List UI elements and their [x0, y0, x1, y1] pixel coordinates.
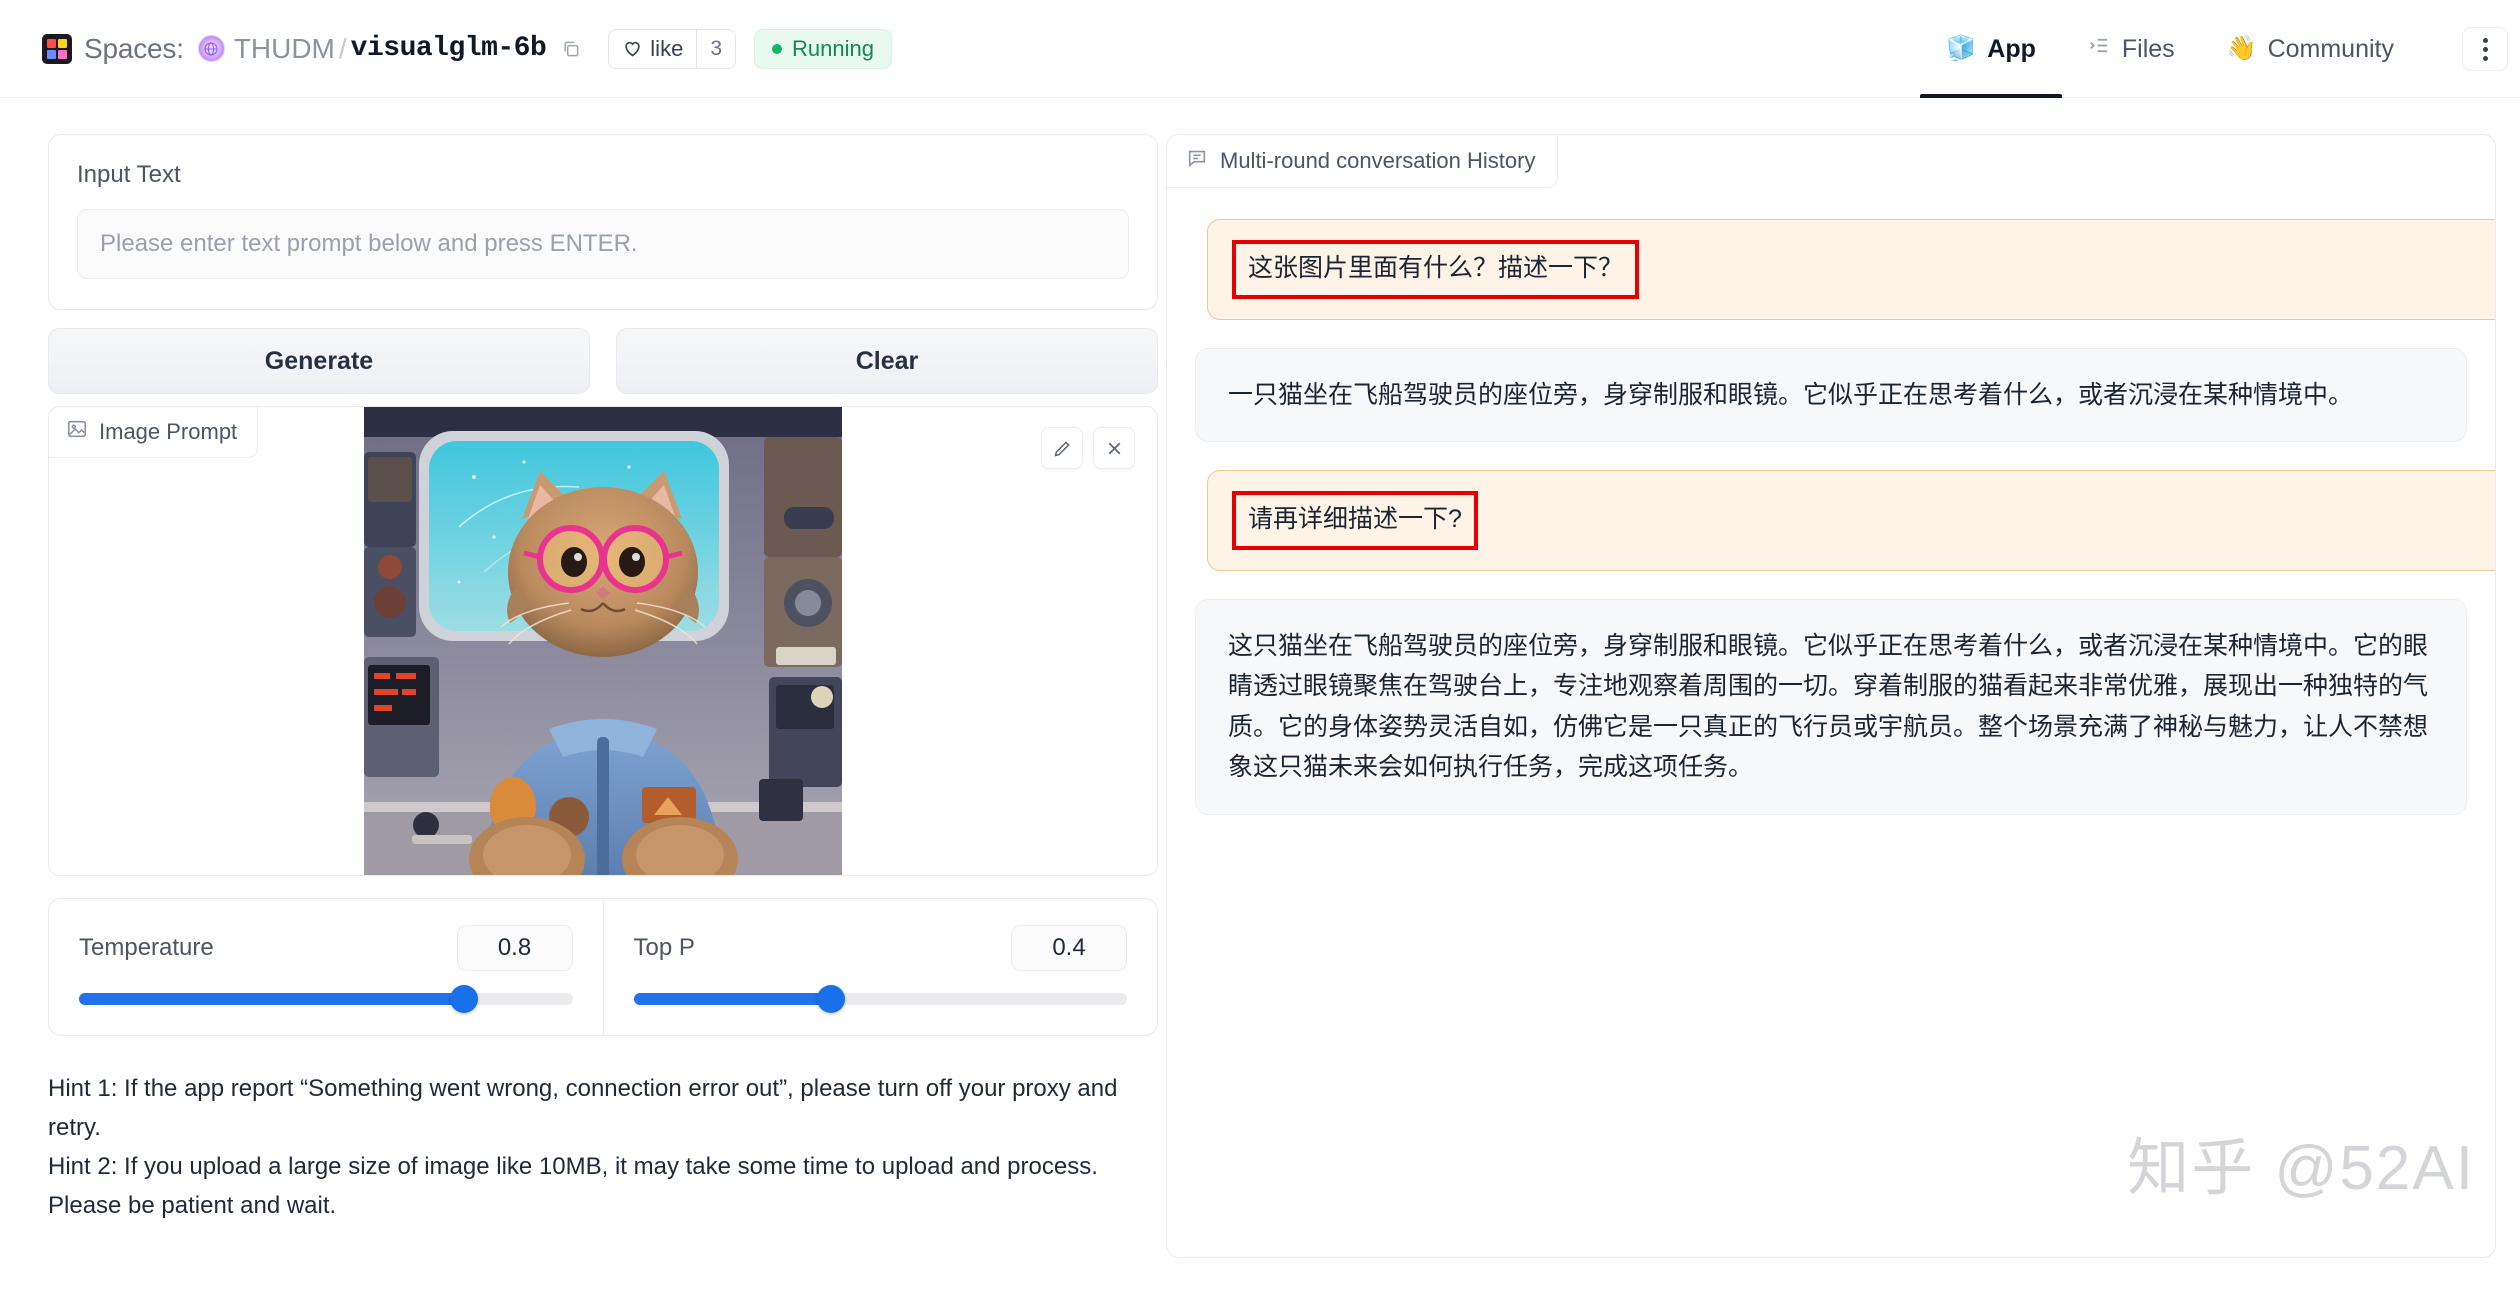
- close-icon[interactable]: [1093, 427, 1135, 469]
- image-prompt-chip: Image Prompt: [49, 407, 259, 458]
- huggingface-spaces-logo-icon: [42, 33, 72, 64]
- chat-message-text: 这张图片里面有什么？描述一下？: [1232, 240, 1640, 299]
- conversation-panel: Multi-round conversation History 这张图片里面有…: [1166, 134, 2496, 1258]
- prompt-input[interactable]: [77, 209, 1129, 279]
- tab-app-label: App: [1987, 34, 2036, 63]
- conversation-messages: 这张图片里面有什么？描述一下？ 一只猫坐在飞船驾驶员的座位旁，身穿制服和眼镜。它…: [1167, 191, 2495, 1257]
- heart-icon: [625, 41, 640, 57]
- app-header: Spaces: THUDM / visualglm-6b like 3 Runn…: [0, 0, 2520, 98]
- generate-button[interactable]: Generate: [48, 328, 590, 394]
- chat-message-user: 请再详细描述一下?: [1207, 470, 2495, 571]
- header-breadcrumb: Spaces: THUDM / visualglm-6b like 3 Runn…: [0, 28, 892, 69]
- image-icon: [66, 418, 88, 446]
- wave-icon: 👋: [2226, 35, 2257, 62]
- action-buttons: Generate Clear: [48, 328, 1158, 394]
- temperature-slider-card: Temperature 0.8: [48, 898, 603, 1036]
- topp-slider-knob[interactable]: [816, 985, 845, 1013]
- like-group[interactable]: like 3: [608, 28, 736, 69]
- conversation-title: Multi-round conversation History: [1220, 148, 1536, 173]
- files-icon: [2088, 34, 2111, 64]
- chat-message-bot: 一只猫坐在飞船驾驶员的座位旁，身穿制服和眼镜。它似乎正在思考着什么，或者沉浸在某…: [1195, 347, 2467, 442]
- topp-value[interactable]: 0.4: [1011, 925, 1127, 971]
- tab-app[interactable]: 🧊 App: [1920, 0, 2062, 98]
- topp-slider[interactable]: [633, 985, 1127, 1013]
- spaces-label: Spaces:: [84, 32, 184, 64]
- chat-message-text: 一只猫坐在飞船驾驶员的座位旁，身穿制服和眼镜。它似乎正在思考着什么，或者沉浸在某…: [1228, 380, 2354, 409]
- cube-icon: 🧊: [1946, 35, 1977, 62]
- like-count: 3: [696, 29, 735, 68]
- like-button[interactable]: like: [609, 30, 696, 68]
- temperature-value[interactable]: 0.8: [456, 925, 573, 971]
- watermark: 知乎 @52AI: [2127, 1134, 2475, 1203]
- input-text-panel: Input Text: [48, 134, 1158, 310]
- hints-block: Hint 1: If the app report “Something wen…: [48, 1070, 1133, 1226]
- chat-bubble-icon: [1186, 147, 1208, 175]
- topp-slider-card: Top P 0.4: [602, 898, 1158, 1036]
- parameter-sliders: Temperature 0.8 Top P 0.4: [48, 898, 1158, 1036]
- image-actions: [1041, 427, 1135, 469]
- clear-button[interactable]: Clear: [616, 328, 1158, 394]
- tab-files[interactable]: Files: [2062, 0, 2201, 98]
- hint-1: Hint 1: If the app report “Something wen…: [48, 1075, 1118, 1141]
- temperature-slider-knob[interactable]: [449, 985, 478, 1013]
- org-name[interactable]: THUDM: [234, 33, 335, 65]
- hint-2: Hint 2: If you upload a large size of im…: [48, 1152, 1098, 1219]
- like-label: like: [650, 35, 684, 61]
- chat-message-user: 这张图片里面有什么？描述一下？: [1207, 219, 2495, 320]
- repo-name[interactable]: visualglm-6b: [351, 33, 547, 64]
- tab-files-label: Files: [2121, 34, 2175, 63]
- page-content: Input Text Generate Clear Image Prompt: [0, 98, 2520, 1308]
- topp-header: Top P 0.4: [633, 925, 1127, 971]
- breadcrumb-separator: /: [338, 32, 347, 64]
- chat-message-text: 这只猫坐在飞船驾驶员的座位旁，身穿制服和眼镜。它似乎正在思考着什么，或者沉浸在某…: [1228, 631, 2429, 782]
- image-prompt-panel[interactable]: Image Prompt: [48, 406, 1158, 876]
- topp-label: Top P: [633, 934, 695, 961]
- header-nav: 🧊 App Files 👋 Community: [1920, 0, 2420, 98]
- input-text-label: Input Text: [77, 161, 181, 188]
- conversation-header: Multi-round conversation History: [1167, 135, 1559, 188]
- status-dot-icon: [772, 43, 782, 54]
- copy-icon[interactable]: [560, 38, 582, 60]
- pencil-icon[interactable]: [1041, 427, 1083, 469]
- left-column: Input Text Generate Clear Image Prompt: [48, 134, 1158, 1226]
- status-label: Running: [792, 35, 874, 61]
- uploaded-image-preview: [364, 407, 842, 875]
- org-avatar: [197, 35, 225, 62]
- chat-message-bot: 这只猫坐在飞船驾驶员的座位旁，身穿制服和眼镜。它似乎正在思考着什么，或者沉浸在某…: [1195, 598, 2467, 815]
- kebab-menu-icon[interactable]: [2462, 27, 2508, 71]
- temperature-slider[interactable]: [79, 985, 573, 1013]
- tab-community[interactable]: 👋 Community: [2201, 0, 2420, 98]
- temperature-header: Temperature 0.8: [79, 925, 573, 971]
- status-badge: Running: [754, 28, 892, 69]
- temperature-label: Temperature: [79, 934, 214, 961]
- chat-message-text: 请再详细描述一下?: [1232, 491, 1478, 550]
- image-prompt-label: Image Prompt: [99, 419, 238, 444]
- tab-community-label: Community: [2267, 34, 2394, 63]
